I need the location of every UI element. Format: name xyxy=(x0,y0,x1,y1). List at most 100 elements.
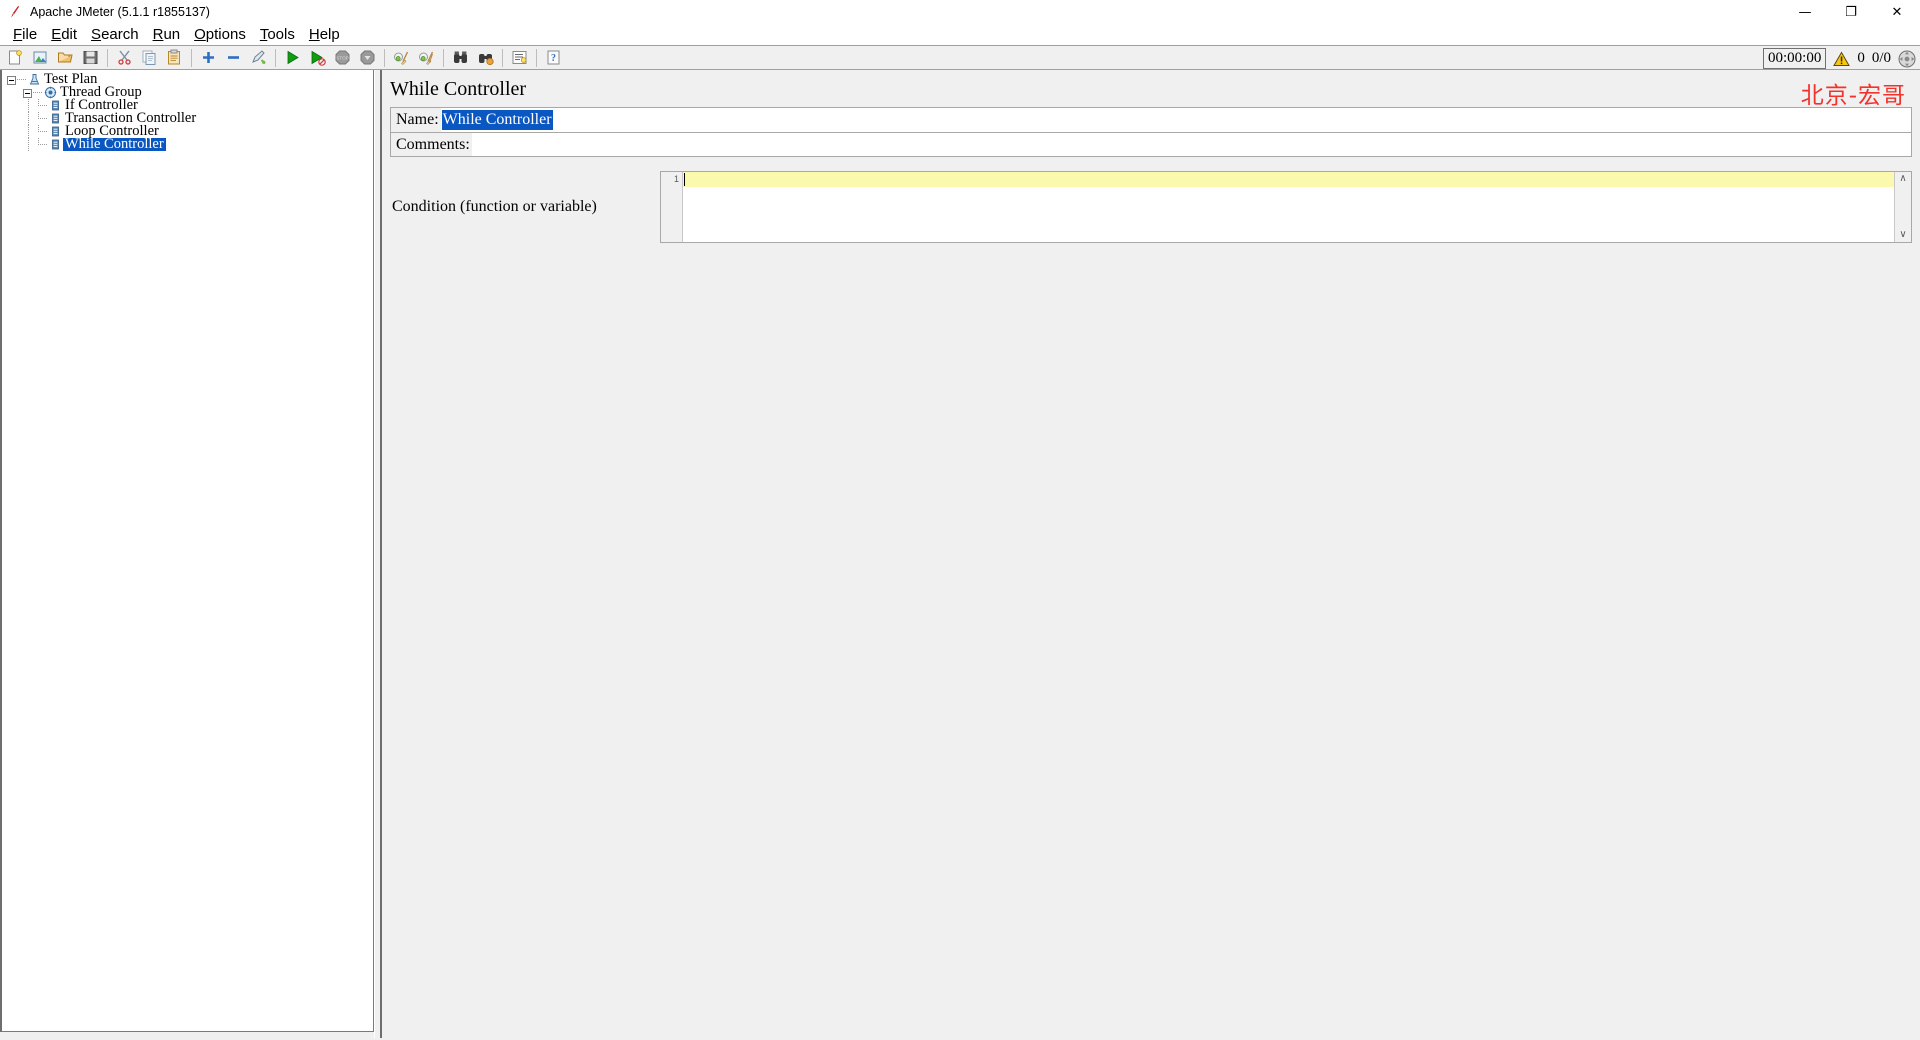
toolbar-button-group: STOP? xyxy=(3,47,566,69)
tree-connector xyxy=(38,138,48,151)
controller-icon xyxy=(48,112,63,125)
condition-block: Condition (function or variable) 1 ∧ ∨ xyxy=(390,171,1912,243)
function-helper-button[interactable] xyxy=(507,47,531,69)
warning-count: 0 xyxy=(1857,50,1865,66)
menu-edit[interactable]: Edit xyxy=(44,26,84,43)
tree-guide-line xyxy=(28,99,29,112)
help-button[interactable]: ? xyxy=(541,47,565,69)
restore-button[interactable]: ❐ xyxy=(1828,0,1874,24)
svg-text:?: ? xyxy=(551,53,556,64)
function-helper-icon xyxy=(511,49,528,66)
tree-guide-line xyxy=(28,125,29,138)
tree-expander-icon[interactable] xyxy=(6,74,17,85)
menu-search[interactable]: Search xyxy=(84,26,146,43)
close-button[interactable]: ✕ xyxy=(1874,0,1920,24)
current-line-highlight xyxy=(683,172,1894,187)
toolbar-separator xyxy=(384,48,385,67)
templates-icon xyxy=(32,49,49,66)
binoculars-icon xyxy=(452,49,469,66)
status-area: 00:00:00 0 0/0 xyxy=(1762,46,1916,71)
test-plan-icon xyxy=(27,73,42,86)
toolbar-separator xyxy=(275,48,276,67)
editor-gutter: 1 xyxy=(661,172,683,242)
tree-node-transaction-controller[interactable]: Transaction Controller xyxy=(6,111,373,125)
menu-run[interactable]: Run xyxy=(146,26,188,43)
condition-input[interactable] xyxy=(683,172,1894,242)
cut-button[interactable] xyxy=(112,47,136,69)
warning-triangle-icon[interactable] xyxy=(1833,50,1851,67)
comments-label: Comments: xyxy=(391,133,472,156)
tree-connector xyxy=(33,87,43,98)
menu-help[interactable]: Help xyxy=(302,26,347,43)
tree-node-loop-controller[interactable]: Loop Controller xyxy=(6,124,373,138)
copy-button[interactable] xyxy=(137,47,161,69)
controller-icon xyxy=(48,99,63,112)
tree-node-while-controller[interactable]: While Controller xyxy=(6,136,373,152)
new-button[interactable] xyxy=(3,47,27,69)
window-title: Apache JMeter (5.1.1 r1855137) xyxy=(30,4,210,19)
scroll-up-arrow-icon[interactable]: ∧ xyxy=(1899,174,1906,184)
menu-file[interactable]: File xyxy=(6,26,44,43)
start-no-pauses-button[interactable] xyxy=(305,47,329,69)
collapse-all-button[interactable] xyxy=(221,47,245,69)
expand-all-button[interactable] xyxy=(196,47,220,69)
shutdown-button[interactable] xyxy=(355,47,379,69)
condition-editor[interactable]: 1 ∧ ∨ xyxy=(660,171,1912,243)
elapsed-timer: 00:00:00 xyxy=(1762,48,1827,69)
menu-options[interactable]: Options xyxy=(187,26,253,43)
name-input[interactable]: While Controller xyxy=(440,108,1911,132)
open-button[interactable] xyxy=(53,47,77,69)
toggle-pencil-icon xyxy=(250,49,267,66)
active-threads-count: 0/0 xyxy=(1871,50,1891,66)
clear-broom-icon xyxy=(393,49,410,66)
toolbar-separator xyxy=(536,48,537,67)
tree-connector xyxy=(38,112,48,125)
watermark-text: 北京-宏哥 xyxy=(1800,83,1906,109)
search-button[interactable] xyxy=(448,47,472,69)
save-button[interactable] xyxy=(78,47,102,69)
clipboard-paste-icon xyxy=(166,49,183,66)
menu-tools[interactable]: Tools xyxy=(253,26,302,43)
editor-vertical-scrollbar[interactable]: ∧ ∨ xyxy=(1894,172,1911,242)
plus-icon xyxy=(200,49,217,66)
clear-button[interactable] xyxy=(389,47,413,69)
tree-expander-icon[interactable] xyxy=(22,87,33,98)
minimize-button[interactable]: — xyxy=(1782,0,1828,24)
play-icon xyxy=(284,49,301,66)
start-button[interactable] xyxy=(280,47,304,69)
toolbar: STOP? 00:00:00 0 0/0 xyxy=(0,45,1920,70)
new-document-icon xyxy=(7,49,24,66)
comments-input[interactable] xyxy=(471,133,1911,156)
connection-status-icon[interactable] xyxy=(1898,50,1916,68)
toolbar-separator xyxy=(443,48,444,67)
templates-button[interactable] xyxy=(28,47,52,69)
stop-icon: STOP xyxy=(334,49,351,66)
test-plan-tree-panel[interactable]: Test Plan Thread Group If Controller Transa… xyxy=(0,70,374,1032)
binoculars-reset-icon xyxy=(477,49,494,66)
toolbar-separator xyxy=(502,48,503,67)
tree-connector xyxy=(17,74,27,85)
condition-label: Condition (function or variable) xyxy=(390,171,660,243)
tree-node-thread-group[interactable]: Thread Group xyxy=(6,85,373,99)
stop-button[interactable]: STOP xyxy=(330,47,354,69)
thread-group-icon xyxy=(43,86,58,99)
open-folder-icon xyxy=(57,49,74,66)
controller-config-panel: 北京-宏哥 While Controller Name: While Contr… xyxy=(380,70,1920,1038)
play-no-pauses-icon xyxy=(309,49,326,66)
clear-all-button[interactable] xyxy=(414,47,438,69)
svg-text:STOP: STOP xyxy=(336,56,348,61)
name-input-value: While Controller xyxy=(441,110,553,130)
toggle-button[interactable] xyxy=(246,47,270,69)
search-reset-button[interactable] xyxy=(473,47,497,69)
tree-node-label: While Controller xyxy=(63,136,166,152)
shutdown-icon xyxy=(359,49,376,66)
scissors-icon xyxy=(116,49,133,66)
scroll-down-arrow-icon[interactable]: ∨ xyxy=(1899,230,1906,240)
toolbar-separator xyxy=(191,48,192,67)
tree-root: Test Plan Thread Group If Controller Transa… xyxy=(2,70,373,151)
save-disk-icon xyxy=(82,49,99,66)
paste-button[interactable] xyxy=(162,47,186,69)
toolbar-separator xyxy=(107,48,108,67)
jmeter-feather-icon xyxy=(4,1,26,23)
window-titlebar: Apache JMeter (5.1.1 r1855137) — ❐ ✕ xyxy=(0,0,1920,24)
